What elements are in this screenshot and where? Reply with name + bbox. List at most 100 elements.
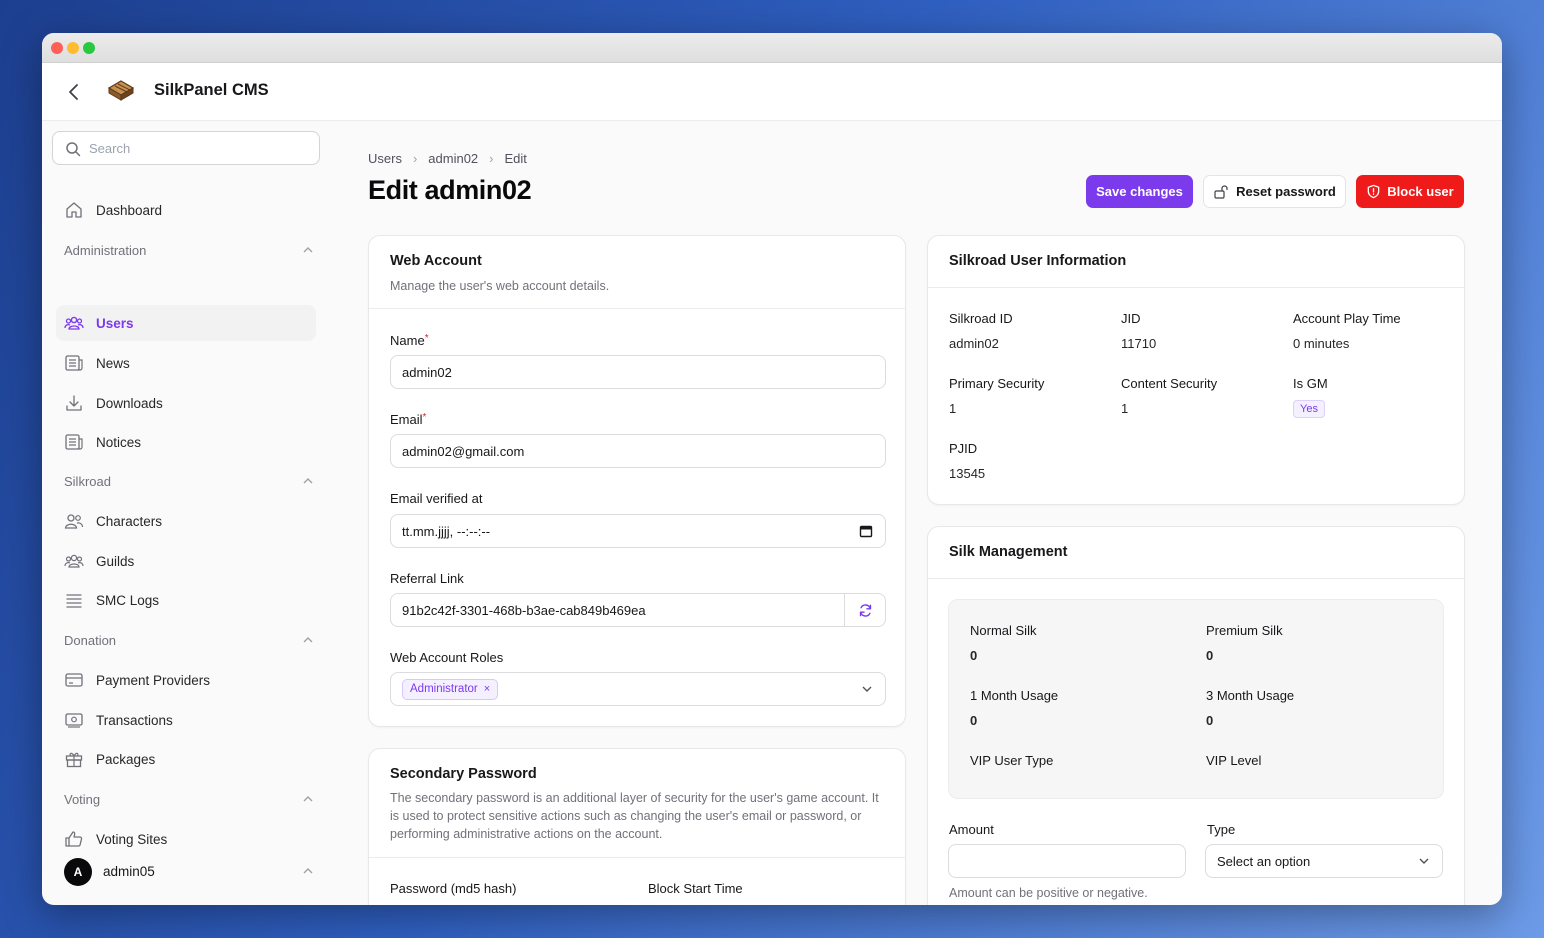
month3-usage-label: 3 Month Usage xyxy=(1206,688,1295,703)
silk-summary: Normal Silk 0 Premium Silk 0 1 Month Usa… xyxy=(948,599,1444,799)
user-menu[interactable]: A admin05 xyxy=(64,858,314,888)
referral-link-input[interactable]: 91b2c42f-3301-468b-b3ae-cab849b469ea xyxy=(390,593,886,627)
play-time-value: 0 minutes xyxy=(1293,336,1350,351)
credit-card-icon xyxy=(65,673,83,687)
is-gm-label: Is GM xyxy=(1293,376,1328,391)
sidebar-item-users[interactable]: Users xyxy=(56,305,316,341)
sidebar-item-label: Users xyxy=(96,315,134,331)
is-gm-badge: Yes xyxy=(1293,400,1325,418)
content-security-value: 1 xyxy=(1121,401,1129,416)
sidebar-item-label: Packages xyxy=(96,751,156,767)
email-input[interactable]: admin02@gmail.com xyxy=(390,434,886,468)
amount-input[interactable] xyxy=(948,844,1186,878)
silkroad-id-value: admin02 xyxy=(949,336,999,351)
type-select-value: Select an option xyxy=(1217,853,1311,869)
roles-select[interactable]: Administrator × xyxy=(390,672,886,706)
card-title: Silkroad User Information xyxy=(949,253,1127,269)
reset-password-button[interactable]: Reset password xyxy=(1203,175,1346,208)
type-label: Type xyxy=(1207,822,1236,837)
sidebar-group-administration[interactable]: Administration xyxy=(64,243,314,258)
shield-icon xyxy=(1367,184,1380,199)
window-titlebar xyxy=(42,33,1502,63)
calendar-icon[interactable] xyxy=(859,524,873,538)
people-icon xyxy=(64,514,84,529)
sidebar: Dashboard Administration Users News Down… xyxy=(42,121,332,905)
card-header: Silk Management xyxy=(928,527,1464,579)
sidebar-group-voting[interactable]: Voting xyxy=(64,792,314,807)
silkroad-info-card: Silkroad User Information Silkroad ID ad… xyxy=(927,235,1465,505)
breadcrumb-users[interactable]: Users xyxy=(368,151,402,166)
sidebar-item-transactions[interactable]: Transactions xyxy=(56,702,316,738)
close-window-button[interactable] xyxy=(51,42,63,54)
email-verified-label: Email verified at xyxy=(390,491,483,506)
vip-user-type-label: VIP User Type xyxy=(970,753,1054,768)
group-label: Voting xyxy=(64,792,101,807)
sidebar-group-donation[interactable]: Donation xyxy=(64,633,314,648)
sidebar-item-payment-providers[interactable]: Payment Providers xyxy=(56,662,316,698)
back-arrow-icon[interactable] xyxy=(66,83,82,101)
chevron-up-icon xyxy=(303,247,313,253)
amount-label: Amount xyxy=(949,822,994,837)
card-title: Secondary Password xyxy=(390,766,537,782)
normal-silk-label: Normal Silk xyxy=(970,623,1037,638)
app-title[interactable]: SilkPanel CMS xyxy=(154,81,269,100)
unlock-icon xyxy=(1214,184,1228,199)
card-title: Web Account xyxy=(390,253,482,269)
search-icon xyxy=(66,142,81,157)
email-verified-input[interactable]: tt.mm.jjjj, --:--:-- xyxy=(390,514,886,548)
email-verified-value: tt.mm.jjjj, --:--:-- xyxy=(402,523,491,539)
sidebar-item-label: Notices xyxy=(96,434,142,450)
name-input[interactable]: admin02 xyxy=(390,355,886,389)
search-input[interactable] xyxy=(89,132,309,164)
list-icon xyxy=(66,594,82,608)
chevron-right-icon: › xyxy=(412,151,418,166)
block-start-label: Block Start Time xyxy=(648,881,743,896)
premium-silk-label: Premium Silk xyxy=(1206,623,1283,638)
sidebar-item-dashboard[interactable]: Dashboard xyxy=(56,192,316,228)
minimize-window-button[interactable] xyxy=(67,42,79,54)
silkpanel-logo-icon xyxy=(107,79,135,103)
type-select[interactable]: Select an option xyxy=(1205,844,1443,878)
newspaper-icon xyxy=(65,355,83,371)
sidebar-item-packages[interactable]: Packages xyxy=(56,741,316,777)
sidebar-item-label: Downloads xyxy=(96,395,163,411)
main-content: Users › admin02 › Edit Edit admin02 Save… xyxy=(332,121,1502,905)
gift-icon xyxy=(65,752,83,768)
play-time-label: Account Play Time xyxy=(1293,311,1401,326)
card-header: Silkroad User Information xyxy=(928,236,1464,288)
sidebar-item-notices[interactable]: Notices xyxy=(56,424,316,460)
breadcrumb-user[interactable]: admin02 xyxy=(428,151,478,166)
block-user-button[interactable]: Block user xyxy=(1356,175,1464,208)
month1-usage-value: 0 xyxy=(970,713,978,728)
silkroad-id-label: Silkroad ID xyxy=(949,311,1013,326)
sidebar-item-news[interactable]: News xyxy=(56,345,316,381)
sidebar-item-label: Dashboard xyxy=(96,202,163,218)
search-box[interactable] xyxy=(52,131,320,165)
role-tag-label: Administrator xyxy=(410,683,478,695)
home-icon xyxy=(66,202,82,218)
sidebar-item-label: Guilds xyxy=(96,553,135,569)
primary-security-value: 1 xyxy=(949,401,957,416)
vip-level-label: VIP Level xyxy=(1206,753,1262,768)
maximize-window-button[interactable] xyxy=(83,42,95,54)
breadcrumb: Users › admin02 › Edit xyxy=(368,151,527,166)
sidebar-item-characters[interactable]: Characters xyxy=(56,503,316,539)
reset-password-label: Reset password xyxy=(1236,184,1336,199)
sidebar-item-voting-sites[interactable]: Voting Sites xyxy=(56,821,316,857)
app-window: SilkPanel CMS Dashboard Administration U… xyxy=(42,33,1502,905)
top-bar: SilkPanel CMS xyxy=(42,63,1502,121)
amount-hint: Amount can be positive or negative. xyxy=(949,886,1148,900)
group-label: Donation xyxy=(64,633,117,648)
sidebar-item-downloads[interactable]: Downloads xyxy=(56,385,316,421)
save-changes-button[interactable]: Save changes xyxy=(1086,175,1193,208)
secondary-password-card: Secondary Password The secondary passwor… xyxy=(368,748,906,905)
regenerate-button[interactable] xyxy=(844,594,885,626)
sidebar-item-smc-logs[interactable]: SMC Logs xyxy=(56,582,316,618)
silk-management-card: Silk Management Normal Silk 0 Premium Si… xyxy=(927,526,1465,905)
sidebar-item-guilds[interactable]: Guilds xyxy=(56,543,316,579)
pjid-value: 13545 xyxy=(949,466,986,481)
chevron-up-icon xyxy=(303,637,313,643)
sidebar-item-label: Characters xyxy=(96,513,163,529)
remove-tag-icon[interactable]: × xyxy=(484,683,490,695)
sidebar-group-silkroad[interactable]: Silkroad xyxy=(64,474,314,489)
